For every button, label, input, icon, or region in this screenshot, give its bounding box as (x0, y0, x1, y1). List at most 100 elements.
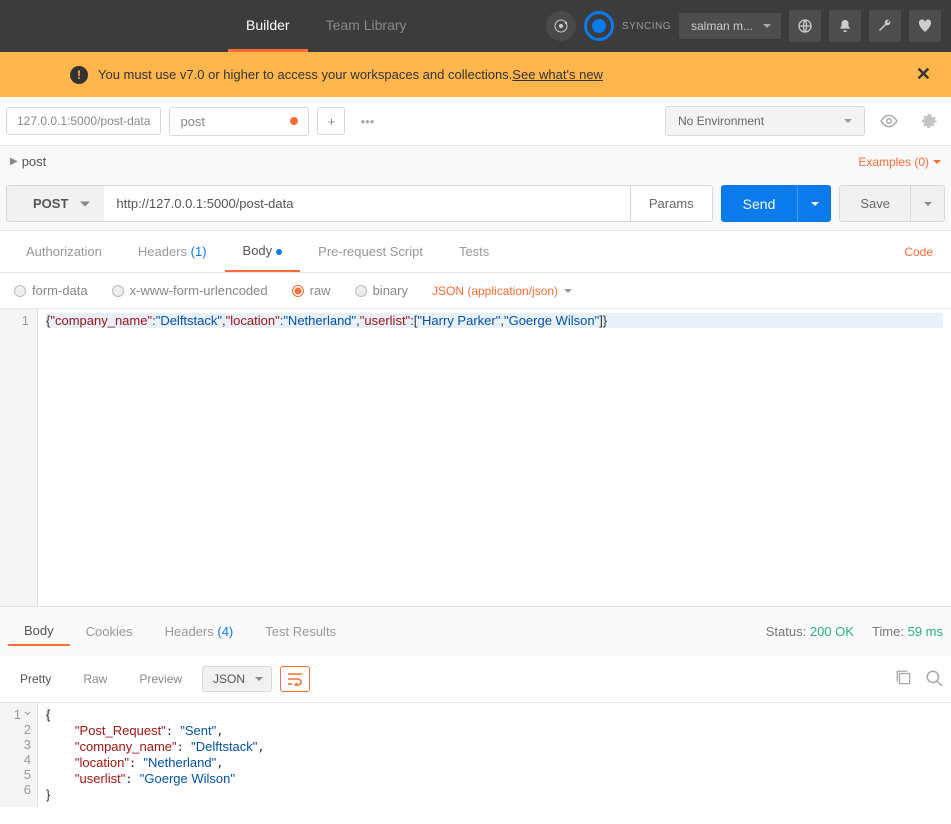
tab-tests[interactable]: Tests (441, 232, 507, 271)
resp-headers-label: Headers (165, 624, 218, 639)
resp-format-dropdown[interactable]: JSON (202, 666, 272, 692)
line-number: 1 (14, 707, 21, 722)
status-value: 200 OK (810, 624, 854, 639)
view-pretty[interactable]: Pretty (8, 666, 63, 692)
resp-tab-headers[interactable]: Headers (4) (149, 618, 250, 645)
time-label: Time: 59 ms (872, 624, 943, 639)
t: "location" (226, 313, 280, 328)
wrap-lines-icon[interactable] (280, 666, 310, 692)
tab-headers-label: Headers (138, 244, 191, 259)
sync-icon[interactable] (584, 11, 614, 41)
alert-icon: ! (70, 66, 88, 84)
line-number: 4 (24, 752, 31, 767)
user-dropdown[interactable]: salman m... (679, 13, 781, 39)
save-button[interactable]: Save (839, 185, 911, 222)
t: "Delftstack" (156, 313, 222, 328)
t: "Goerge Wilson" (504, 313, 599, 328)
send-button[interactable]: Send (721, 185, 798, 222)
resp-tab-tests[interactable]: Test Results (249, 618, 352, 645)
bell-icon[interactable] (829, 10, 861, 42)
breadcrumb: post (22, 154, 47, 169)
tab-builder[interactable]: Builder (228, 1, 308, 52)
view-raw[interactable]: Raw (71, 666, 119, 692)
t: "Post_Request" (75, 723, 166, 738)
heart-icon[interactable] (909, 10, 941, 42)
t: "Netherland" (143, 755, 216, 770)
unsaved-dot-icon (290, 117, 298, 125)
banner-close[interactable]: ✕ (916, 64, 931, 85)
t: "Goerge Wilson" (140, 771, 235, 786)
resp-tab-cookies[interactable]: Cookies (70, 618, 149, 645)
search-icon[interactable] (925, 669, 943, 690)
url-input[interactable]: http://127.0.0.1:5000/post-data (104, 185, 630, 222)
banner-link[interactable]: See what's new (512, 67, 603, 82)
radio-raw-label: raw (310, 283, 331, 298)
tab-overflow-button[interactable]: ••• (353, 107, 381, 135)
tab-authorization[interactable]: Authorization (8, 232, 120, 271)
radio-raw[interactable]: raw (292, 283, 331, 298)
add-tab-button[interactable]: + (317, 107, 345, 135)
t: ]} (599, 313, 607, 328)
tab-body-label: Body (243, 243, 273, 258)
banner-text: You must use v7.0 or higher to access yo… (98, 67, 512, 82)
t: "Delftstack" (191, 739, 257, 754)
resp-gutter: 1 2 3 4 5 6 (0, 703, 38, 807)
tab-headers[interactable]: Headers (1) (120, 232, 225, 271)
request-body-editor[interactable]: {"company_name":"Delftstack","location":… (38, 309, 951, 606)
request-tab-2-label: post (180, 114, 205, 129)
radio-icon (355, 285, 367, 297)
radio-urlencoded[interactable]: x-www-form-urlencoded (112, 283, 268, 298)
radio-icon (112, 285, 124, 297)
code-link[interactable]: Code (894, 233, 943, 271)
radio-checked-icon (292, 285, 304, 297)
gear-icon[interactable] (913, 105, 945, 137)
t: "company_name" (75, 739, 177, 754)
update-banner: ! You must use v7.0 or higher to access … (0, 52, 951, 97)
radio-formdata[interactable]: form-data (14, 283, 88, 298)
request-tab-2[interactable]: post (169, 107, 309, 136)
t: "Sent" (180, 723, 216, 738)
radio-binary-label: binary (373, 283, 408, 298)
resp-headers-count: (4) (217, 624, 233, 639)
body-changed-dot-icon (276, 249, 282, 255)
line-number: 2 (24, 722, 31, 737)
globe-icon[interactable] (789, 10, 821, 42)
tab-team-library[interactable]: Team Library (308, 1, 425, 52)
line-number: 5 (24, 767, 31, 782)
params-button[interactable]: Params (631, 185, 713, 222)
t: "userlist" (75, 771, 125, 786)
t: "location" (75, 755, 129, 770)
t: "userlist" (360, 313, 410, 328)
t: } (46, 787, 50, 802)
method-dropdown[interactable]: POST (6, 185, 104, 222)
send-dropdown[interactable] (797, 185, 831, 222)
resp-tab-body[interactable]: Body (8, 617, 70, 646)
copy-icon[interactable] (895, 669, 913, 690)
time-value: 59 ms (908, 624, 943, 639)
line-number: 3 (24, 737, 31, 752)
t: Time: (872, 624, 904, 639)
examples-dropdown[interactable]: Examples (0) (858, 155, 941, 169)
t: Status: (766, 624, 806, 639)
eye-icon[interactable] (873, 105, 905, 137)
t: "Netherland" (283, 313, 356, 328)
radio-formdata-label: form-data (32, 283, 88, 298)
editor-gutter: 1 (0, 309, 38, 606)
radio-icon (14, 285, 26, 297)
environment-dropdown[interactable]: No Environment (665, 106, 865, 136)
wrench-icon[interactable] (869, 10, 901, 42)
status-label: Status: 200 OK (766, 624, 854, 639)
t: { (46, 707, 50, 722)
line-number: 1 (0, 313, 29, 328)
tab-body[interactable]: Body (225, 231, 301, 272)
request-tab-1[interactable]: 127.0.0.1:5000/post-data (6, 107, 161, 135)
t: "Harry Parker" (417, 313, 500, 328)
view-preview[interactable]: Preview (127, 666, 194, 692)
content-type-dropdown[interactable]: JSON (application/json) (432, 284, 572, 298)
tab-prerequest[interactable]: Pre-request Script (300, 232, 441, 271)
response-body[interactable]: { "Post_Request": "Sent", "company_name"… (38, 703, 951, 807)
satellite-icon[interactable] (546, 11, 576, 41)
t: "company_name" (50, 313, 152, 328)
save-dropdown[interactable] (911, 185, 945, 222)
radio-binary[interactable]: binary (355, 283, 408, 298)
